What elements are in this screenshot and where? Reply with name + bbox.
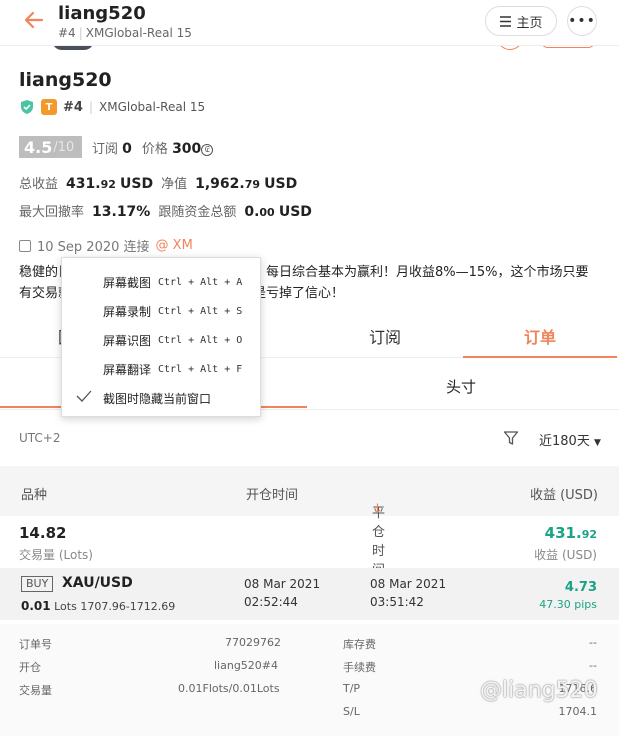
timezone-label: UTC+2 [19, 431, 61, 445]
side-badge: BUY [21, 576, 54, 592]
order-open-date: 08 Mar 2021 [244, 577, 321, 591]
caret-down-icon: ▼ [593, 438, 601, 448]
calendar-icon [19, 239, 31, 252]
date-range-dropdown[interactable]: 近180天 ▼ [539, 430, 601, 449]
drawdown-label: 最大回撤率 [19, 205, 85, 220]
profile-server: XMGlobal-Real 15 [99, 100, 206, 114]
checkmark-icon [76, 390, 92, 402]
home-button[interactable]: 主页 [485, 6, 557, 36]
summary-profit-label: 收益 (USD) [534, 548, 597, 562]
subscribe-count-label: 订阅 [92, 142, 119, 157]
commission-value: -- [589, 659, 597, 672]
subscribe-count: 0 [122, 141, 132, 157]
orders-table-header: 品种 开仓时间 平仓时间 ↓ 收益 (USD) [0, 466, 619, 578]
header-rank: #4 [58, 26, 76, 40]
order-no-value: 77029762 [225, 636, 281, 649]
watermark: @liang520 [480, 678, 598, 703]
connect-date: 10 Sep 2020 连接 [37, 240, 150, 255]
filter-row: UTC+2 近180天 ▼ [0, 426, 619, 450]
equity-value: 1,962. [195, 176, 245, 192]
date-range-label: 近180天 [539, 434, 590, 449]
trader-badge: T [41, 99, 57, 115]
col-symbol: 品种 [21, 488, 48, 503]
order-close-time: 03:51:42 [370, 595, 424, 609]
summary-lots: 14.82 [19, 524, 67, 542]
rating-denominator: /10 [53, 139, 75, 155]
profile-badges: T #4 | XMGlobal-Real 15 [19, 99, 205, 115]
summary-lots-label: 交易量 (Lots) [19, 548, 93, 562]
menu-item-screen-translate[interactable]: 屏幕翻译 Ctrl + Alt + F [62, 355, 262, 383]
filter-funnel-icon[interactable] [503, 430, 519, 446]
total-profit-decimals: 92 [100, 178, 116, 191]
menu-item-screen-ocr[interactable]: 屏幕识图 Ctrl + Alt + O [62, 326, 262, 354]
sl-label: S/L [343, 705, 360, 718]
commission-label: 手续费 [343, 661, 376, 674]
menu-item-screen-record[interactable]: 屏幕录制 Ctrl + Alt + S [62, 297, 262, 325]
total-profit-unit: USD [120, 176, 154, 192]
more-button[interactable]: ••• [567, 6, 597, 36]
menu-lines-icon [500, 15, 512, 27]
order-pips: 47.30 pips [539, 598, 597, 611]
menu-item-hide-window-toggle[interactable]: 截图时隐藏当前窗口 [62, 384, 262, 412]
profit-stats: 总收益 431.92 USD 净值 1,962.79 USD [19, 173, 297, 192]
coin-icon: ₢ [201, 143, 214, 156]
subtab-positions[interactable]: 头寸 [446, 376, 476, 397]
broker-tag[interactable]: @ XM [156, 238, 193, 253]
tab-orders[interactable]: 订单 [524, 324, 556, 348]
follow-funds-label: 跟随资金总额 [158, 205, 237, 220]
equity-label: 净值 [161, 177, 188, 192]
price-label: 价格 [141, 142, 168, 157]
price-value: 300 [172, 141, 202, 157]
rating-score: 4.5/10 [19, 136, 82, 158]
follow-funds-unit: USD [278, 204, 312, 220]
risk-stats: 最大回撤率 13.17% 跟随资金总额 0.00 USD [19, 201, 312, 220]
follow-funds-value: 0. [244, 204, 260, 220]
subscription-info: 订阅 0 价格 300 ₢ [92, 138, 214, 157]
open-value: liang520#4 [214, 659, 279, 672]
order-no-label: 订单号 [19, 638, 52, 651]
summary-row: 14.82 交易量 (Lots) 431.92 收益 (USD) [0, 518, 619, 566]
order-lots: 0.01 Lots 1707.96-1712.69 [21, 599, 176, 613]
order-symbol: XAU/USD [62, 575, 133, 591]
volume-label: 交易量 [19, 684, 52, 697]
sort-down-icon: ↓ [372, 502, 383, 517]
swap-value: -- [589, 636, 597, 649]
open-label: 开仓 [19, 661, 41, 674]
home-button-label: 主页 [516, 15, 543, 31]
profile-rank: #4 [63, 99, 83, 115]
order-close-date: 08 Mar 2021 [370, 577, 447, 591]
profile-name: liang520 [19, 69, 112, 91]
back-arrow-icon[interactable] [22, 8, 46, 32]
header-server: XMGlobal-Real 15 [85, 26, 192, 40]
total-profit-value: 431. [66, 176, 101, 192]
shield-check-icon [21, 100, 33, 114]
follow-funds-decimals: 00 [259, 206, 275, 219]
active-tab-indicator [463, 356, 617, 358]
order-profit: 4.73 [564, 580, 597, 595]
equity-unit: USD [264, 176, 298, 192]
summary-profit: 431.92 [544, 524, 597, 542]
col-profit: 收益 (USD) [529, 488, 598, 503]
col-open-time: 开仓时间 [246, 488, 299, 503]
tp-label: T/P [343, 682, 361, 695]
volume-value: 0.01Flots/0.01Lots [178, 682, 280, 695]
top-bar: liang520 #4 | XMGlobal-Real 15 主页 ••• [0, 0, 619, 46]
sl-value: 1704.1 [558, 705, 598, 718]
connect-date-row: 10 Sep 2020 连接 @ XM [19, 236, 193, 255]
equity-decimals: 79 [244, 178, 261, 191]
header-subtitle: #4 | XMGlobal-Real 15 [58, 26, 192, 40]
order-open-time: 02:52:44 [244, 595, 298, 609]
rating-value: 4.5 [24, 137, 53, 157]
total-profit-label: 总收益 [19, 177, 59, 192]
swap-label: 库存费 [343, 638, 376, 651]
table-row[interactable]: BUY XAU/USD 0.01 Lots 1707.96-1712.69 08… [0, 568, 619, 620]
tab-subscribe[interactable]: 订阅 [369, 324, 401, 348]
drawdown-value: 13.17% [92, 204, 151, 220]
header-title: liang520 [58, 3, 146, 24]
screenshot-context-menu: 屏幕截图 Ctrl + Alt + A 屏幕录制 Ctrl + Alt + S … [61, 257, 261, 417]
menu-item-screenshot[interactable]: 屏幕截图 Ctrl + Alt + A [62, 268, 262, 296]
